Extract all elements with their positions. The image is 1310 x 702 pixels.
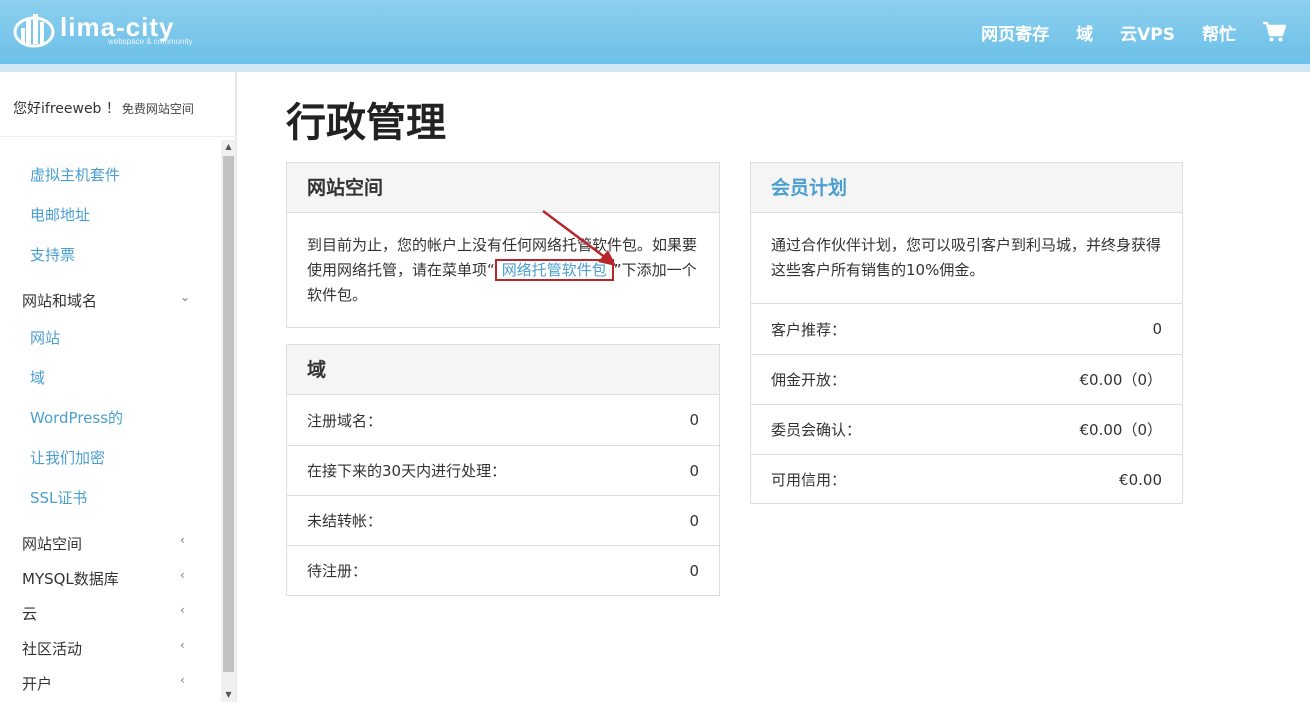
- webspace-panel-title: 网站空间: [287, 163, 719, 213]
- table-row: 未结转帐： 0: [287, 495, 719, 545]
- sidebar-item-letsencrypt[interactable]: 让我们加密: [30, 447, 105, 468]
- table-row: 可用信用： €0.00: [751, 454, 1182, 504]
- table-row: 注册域名： 0: [307, 411, 699, 430]
- nav-cloud-vps[interactable]: 云VPS: [1120, 20, 1175, 45]
- sidebar-item-domains[interactable]: 域: [30, 367, 45, 388]
- sidebar-item-account[interactable]: 开户: [22, 673, 52, 694]
- sidebar-item-email[interactable]: 电邮地址: [30, 204, 90, 225]
- nav-webhosting[interactable]: 网页寄存: [981, 20, 1049, 45]
- table-row: 在接下来的30天内进行处理： 0: [287, 445, 719, 495]
- sidebar-divider: [0, 136, 237, 137]
- table-row: 客户推荐： 0: [771, 320, 1162, 339]
- main-nav: 网页寄存 域 云VPS 帮忙: [954, 0, 1286, 64]
- header-strip: [0, 64, 1310, 72]
- partner-panel: 会员计划 通过合作伙伴计划，您可以吸引客户到利马城，并终身获得这些客户所有销售的…: [750, 162, 1183, 504]
- sidebar-item-websites[interactable]: 网站: [30, 327, 60, 348]
- sidebar: 您好ifreeweb ！免费网站空间 虚拟主机套件 电邮地址 支持票 网站和域名…: [0, 72, 237, 702]
- chevron-left-icon[interactable]: ‹: [180, 568, 185, 582]
- chevron-left-icon[interactable]: ‹: [180, 638, 185, 652]
- annotation-arrow-icon: [542, 209, 616, 266]
- sidebar-item-mysql[interactable]: MYSQL数据库: [22, 568, 119, 589]
- partner-panel-title: 会员计划: [751, 163, 1182, 213]
- scroll-up-arrow-icon[interactable]: ▲: [221, 140, 236, 154]
- site-logo[interactable]: lima-city webspace & community: [12, 8, 192, 52]
- scrollbar-thumb[interactable]: [223, 156, 234, 672]
- nav-help[interactable]: 帮忙: [1202, 20, 1236, 45]
- domains-panel-title: 域: [287, 345, 719, 395]
- sidebar-item-wordpress[interactable]: WordPress的: [30, 407, 123, 428]
- chevron-left-icon[interactable]: ‹: [180, 603, 185, 617]
- city-logo-icon: [13, 14, 55, 48]
- sidebar-scrollbar[interactable]: ▲ ▼: [221, 140, 236, 702]
- chevron-left-icon[interactable]: ‹: [180, 673, 185, 687]
- domains-panel: 域 注册域名： 0 在接下来的30天内进行处理： 0 未结转帐： 0 待注册： 0: [286, 344, 720, 596]
- nav-domains[interactable]: 域: [1076, 20, 1093, 45]
- table-row: 佣金开放： €0.00（0）: [751, 354, 1182, 404]
- greeting-text: 您好ifreeweb ！: [13, 101, 120, 117]
- logo-tagline: webspace & community: [108, 37, 193, 46]
- account-type: 免费网站空间: [121, 102, 194, 116]
- sidebar-item-cloud[interactable]: 云: [22, 603, 37, 624]
- sidebar-item-sites-domains[interactable]: 网站和域名: [22, 290, 97, 311]
- page-title: 行政管理: [286, 100, 446, 146]
- chevron-left-icon[interactable]: ‹: [180, 533, 185, 547]
- user-greeting: 您好ifreeweb ！免费网站空间: [13, 98, 194, 118]
- sidebar-item-ssl[interactable]: SSL证书: [30, 487, 87, 508]
- table-row: 待注册： 0: [287, 545, 719, 595]
- sidebar-item-webspace[interactable]: 网站空间: [22, 533, 82, 554]
- webspace-panel-text: 到目前为止，您的帐户上没有任何网络托管软件包。如果要使用网络托管，请在菜单项“ 网…: [307, 236, 698, 304]
- partner-panel-text: 通过合作伙伴计划，您可以吸引客户到利马城，并终身获得这些客户所有销售的10%佣金…: [771, 236, 1162, 279]
- webspace-panel: 网站空间 到目前为止，您的帐户上没有任何网络托管软件包。如果要使用网络托管，请在…: [286, 162, 720, 328]
- scroll-down-arrow-icon[interactable]: ▼: [221, 688, 236, 702]
- table-row: 委员会确认： €0.00（0）: [751, 404, 1182, 454]
- shopping-cart-icon[interactable]: [1262, 21, 1286, 43]
- top-header: lima-city webspace & community 网页寄存 域 云V…: [0, 0, 1310, 64]
- sidebar-item-tickets[interactable]: 支持票: [30, 244, 75, 265]
- chevron-down-icon[interactable]: ⌄: [180, 290, 190, 304]
- sidebar-item-community[interactable]: 社区活动: [22, 638, 82, 659]
- sidebar-item-hosting-packages[interactable]: 虚拟主机套件: [30, 164, 120, 185]
